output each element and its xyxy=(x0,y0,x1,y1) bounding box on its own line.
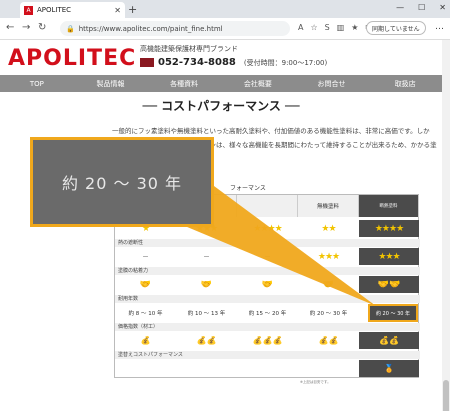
zoom-callout: 約 20 ～ 30 年 xyxy=(30,137,214,227)
scrollbar-thumb[interactable] xyxy=(443,380,449,411)
page-scrollbar[interactable] xyxy=(442,40,450,411)
